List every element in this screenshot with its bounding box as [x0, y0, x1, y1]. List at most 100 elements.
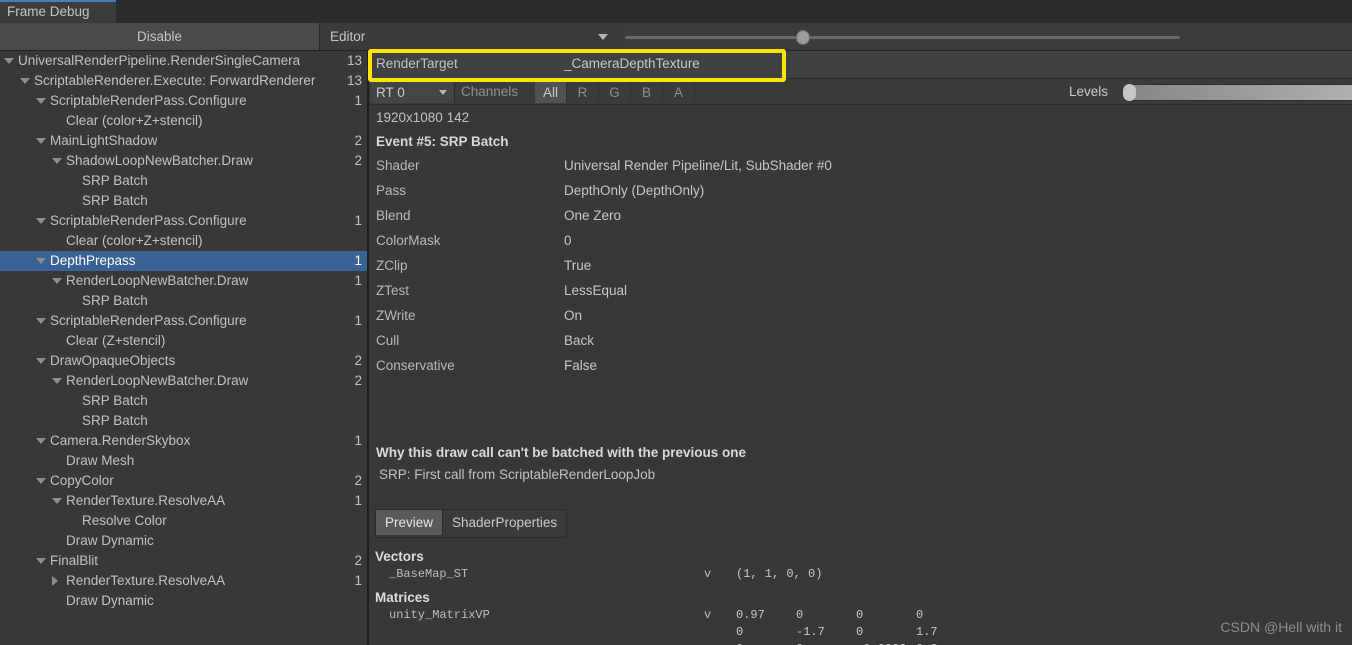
tree-row[interactable]: SRP Batch	[0, 291, 367, 311]
tree-row-label: CopyColor	[50, 473, 114, 488]
preview-tab-preview[interactable]: Preview	[376, 510, 444, 535]
tree-row[interactable]: RenderTexture.ResolveAA 1	[0, 491, 367, 511]
levels-label: Levels	[1069, 84, 1109, 99]
chevron-down-icon[interactable]	[52, 378, 62, 384]
channel-button-g[interactable]: G	[599, 81, 631, 103]
tree-row[interactable]: Clear (color+Z+stencil)	[0, 231, 367, 251]
chevron-down-icon[interactable]	[36, 318, 46, 324]
tree-row[interactable]: Resolve Color	[0, 511, 367, 531]
rt-index-dropdown-label: RT 0	[376, 84, 405, 100]
tree-row-count: 1	[354, 273, 362, 288]
tab-frame-debug[interactable]: Frame Debug	[0, 0, 116, 23]
tree-row[interactable]: MainLightShadow 2	[0, 131, 367, 151]
chevron-down-icon[interactable]	[36, 98, 46, 104]
batch-break-reason: SRP: First call from ScriptableRenderLoo…	[379, 467, 656, 482]
channel-button-b[interactable]: B	[631, 81, 663, 103]
tree-row[interactable]: DrawOpaqueObjects 2	[0, 351, 367, 371]
property-row: ZTest LessEqual	[369, 283, 1352, 308]
tree-row-label: SRP Batch	[82, 193, 148, 208]
tree-row[interactable]: UniversalRenderPipeline.RenderSingleCame…	[0, 51, 367, 71]
property-row: Conservative False	[369, 358, 1352, 383]
chevron-right-icon[interactable]	[52, 576, 58, 586]
tree-row[interactable]: SRP Batch	[0, 391, 367, 411]
tree-row[interactable]: ScriptableRenderer.Execute: ForwardRende…	[0, 71, 367, 91]
tree-row[interactable]: Draw Mesh	[0, 451, 367, 471]
rt-index-dropdown[interactable]: RT 0	[371, 81, 455, 103]
chevron-down-icon	[598, 34, 608, 40]
render-target-row[interactable]: RenderTarget _CameraDepthTexture	[369, 51, 1352, 79]
tree-row[interactable]: RenderLoopNewBatcher.Draw 1	[0, 271, 367, 291]
matrix-grid-row: 0.97 0 0 0	[736, 608, 976, 625]
preview-tab-shaderproperties[interactable]: ShaderProperties	[443, 510, 567, 535]
tree-row-label: SRP Batch	[82, 293, 148, 308]
tree-row[interactable]: RenderTexture.ResolveAA 1	[0, 571, 367, 591]
property-key: Pass	[376, 183, 407, 198]
channel-button-all[interactable]: All	[535, 81, 567, 103]
channels-label: Channels	[461, 84, 519, 99]
matrix-cell: 0	[856, 608, 864, 622]
matrix-cell: 0	[796, 608, 804, 622]
tree-row-count: 13	[346, 53, 362, 68]
property-value: DepthOnly (DepthOnly)	[564, 183, 705, 198]
chevron-down-icon[interactable]	[20, 78, 30, 84]
chevron-down-icon[interactable]	[4, 58, 14, 64]
tree-row[interactable]: Draw Dynamic	[0, 591, 367, 611]
chevron-down-icon[interactable]	[36, 438, 46, 444]
target-dropdown[interactable]: Editor	[321, 23, 620, 50]
property-key: ZTest	[376, 283, 410, 298]
tree-row-label: SRP Batch	[82, 173, 148, 188]
levels-slider-min-handle[interactable]	[1123, 84, 1136, 101]
property-row: Blend One Zero	[369, 208, 1352, 233]
chevron-down-icon[interactable]	[52, 498, 62, 504]
chevron-down-icon[interactable]	[36, 478, 46, 484]
vector-row: _BaseMap_ST v (1, 1, 0, 0)	[369, 567, 1352, 587]
tree-row[interactable]: CopyColor 2	[0, 471, 367, 491]
chevron-down-icon[interactable]	[36, 358, 46, 364]
tree-row[interactable]: ScriptableRenderPass.Configure 1	[0, 211, 367, 231]
tree-row-label: Clear (Z+stencil)	[66, 333, 166, 348]
toolbar: Disable Editor 5 of 13	[0, 23, 1352, 70]
channel-button-a[interactable]: A	[663, 81, 695, 103]
tree-row[interactable]: SRP Batch	[0, 171, 367, 191]
tree-row[interactable]: FinalBlit 2	[0, 551, 367, 571]
tree-row[interactable]: SRP Batch	[0, 191, 367, 211]
chevron-down-icon[interactable]	[36, 258, 46, 264]
tree-row-label: SRP Batch	[82, 413, 148, 428]
tree-row[interactable]: SRP Batch	[0, 411, 367, 431]
channel-button-r[interactable]: R	[567, 81, 599, 103]
event-slider[interactable]	[625, 30, 1180, 45]
tree-row-count: 2	[354, 353, 362, 368]
tree-row-label: FinalBlit	[50, 553, 99, 568]
event-slider-handle[interactable]	[795, 30, 810, 45]
matrix-name: unity_MatrixVP	[389, 608, 490, 622]
tree-row[interactable]: Draw Dynamic	[0, 531, 367, 551]
chevron-down-icon[interactable]	[52, 278, 62, 284]
property-row: Pass DepthOnly (DepthOnly)	[369, 183, 1352, 208]
tree-row[interactable]: Clear (Z+stencil)	[0, 331, 367, 351]
tree-row-label: Camera.RenderSkybox	[50, 433, 191, 448]
tree-row[interactable]: ShadowLoopNewBatcher.Draw 2	[0, 151, 367, 171]
tree-row[interactable]: RenderLoopNewBatcher.Draw 2	[0, 371, 367, 391]
chevron-down-icon[interactable]	[36, 218, 46, 224]
event-tree-panel[interactable]: UniversalRenderPipeline.RenderSingleCame…	[0, 51, 368, 645]
chevron-down-icon[interactable]	[52, 158, 62, 164]
tree-row[interactable]: ScriptableRenderPass.Configure 1	[0, 91, 367, 111]
tree-row-count: 1	[354, 213, 362, 228]
property-row: Shader Universal Render Pipeline/Lit, Sub…	[369, 158, 1352, 183]
property-key: ZClip	[376, 258, 408, 273]
tree-row-label: RenderLoopNewBatcher.Draw	[66, 373, 249, 388]
tree-row-label: ScriptableRenderer.Execute: ForwardRende…	[34, 73, 316, 88]
levels-range-slider[interactable]	[1123, 84, 1352, 101]
tree-row[interactable]: DepthPrepass 1	[0, 251, 367, 271]
tree-row[interactable]: ScriptableRenderPass.Configure 1	[0, 311, 367, 331]
matrices-heading: Matrices	[375, 590, 430, 605]
vector-name: _BaseMap_ST	[389, 567, 469, 581]
chevron-down-icon[interactable]	[36, 558, 46, 564]
disable-button[interactable]: Disable	[0, 23, 320, 50]
vector-type: v	[704, 567, 712, 581]
tree-row[interactable]: Camera.RenderSkybox 1	[0, 431, 367, 451]
tree-row-label: Draw Mesh	[66, 453, 135, 468]
tree-row[interactable]: Clear (color+Z+stencil)	[0, 111, 367, 131]
property-row: ZWrite On	[369, 308, 1352, 333]
chevron-down-icon[interactable]	[36, 138, 46, 144]
